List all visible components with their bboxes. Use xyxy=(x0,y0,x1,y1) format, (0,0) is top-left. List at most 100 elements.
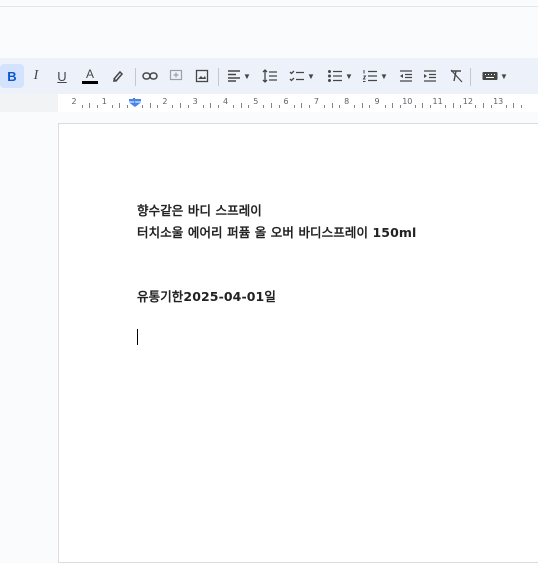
ruler-tick xyxy=(172,105,174,108)
ruler-tick xyxy=(354,105,356,108)
increase-indent-button[interactable] xyxy=(418,64,442,88)
ruler-number: 7 xyxy=(313,97,319,106)
highlight-button[interactable] xyxy=(106,64,130,88)
input-tools-dropdown[interactable]: ▼ xyxy=(478,64,512,88)
ruler-tick xyxy=(157,105,159,108)
ruler-number: 11 xyxy=(432,97,443,106)
ruler-tick xyxy=(96,105,98,108)
ruler-tick xyxy=(263,105,265,108)
document-page[interactable]: 향수같은 바디 스프레이 터치소울 에어리 퍼퓸 올 오버 바디스프레이 150… xyxy=(58,123,538,563)
increase-indent-icon xyxy=(424,70,436,82)
document-line-3[interactable]: 유통기한2025-04-01일 xyxy=(137,286,276,305)
ruler-number: 8 xyxy=(344,97,350,106)
ruler-tick xyxy=(293,105,295,108)
underline-icon: U xyxy=(57,68,67,84)
insert-image-button[interactable] xyxy=(190,64,214,88)
ruler-tick xyxy=(369,105,371,108)
ruler-tick xyxy=(278,105,280,108)
highlight-icon xyxy=(112,70,124,83)
formatting-toolbar: B I U A ▼ ▼ ▼ ▼ ▼ xyxy=(0,58,538,94)
document-line-1[interactable]: 향수같은 바디 스프레이 xyxy=(137,200,262,219)
ruler-tick xyxy=(240,103,242,108)
ruler-tick xyxy=(248,105,250,108)
italic-button[interactable]: I xyxy=(24,64,48,88)
ruler-number: 5 xyxy=(253,97,259,106)
text-color-swatch xyxy=(82,81,98,84)
ruler-tick xyxy=(202,105,204,108)
numbered-list-icon xyxy=(362,70,378,82)
clear-formatting-button[interactable] xyxy=(444,64,468,88)
ruler-tick xyxy=(210,103,212,108)
ruler-number: 10 xyxy=(402,97,413,106)
chevron-down-icon: ▼ xyxy=(345,71,353,81)
align-icon xyxy=(228,70,241,82)
ruler-number: 6 xyxy=(283,97,289,106)
link-icon xyxy=(142,72,158,80)
add-comment-button[interactable] xyxy=(164,64,188,88)
decrease-indent-icon xyxy=(400,70,412,82)
ruler-tick xyxy=(490,105,492,108)
bulleted-list-icon xyxy=(328,70,343,82)
ruler-tick xyxy=(233,105,235,108)
numbered-list-dropdown[interactable]: ▼ xyxy=(359,64,391,88)
ruler-tick xyxy=(180,103,182,108)
ruler-number: 2 xyxy=(162,97,168,106)
bulleted-list-dropdown[interactable]: ▼ xyxy=(324,64,356,88)
bold-icon: B xyxy=(7,68,17,84)
ruler-tick xyxy=(301,103,303,108)
ruler-tick xyxy=(430,105,432,108)
ruler-tick xyxy=(422,103,424,108)
text-color-icon: A xyxy=(85,67,94,81)
ruler-tick xyxy=(119,103,121,108)
line-spacing-button[interactable] xyxy=(258,64,282,88)
checklist-dropdown[interactable]: ▼ xyxy=(286,64,318,88)
checklist-icon xyxy=(289,70,305,82)
indent-marker-icon[interactable] xyxy=(129,99,141,107)
ruler-tick xyxy=(384,105,386,108)
text-cursor xyxy=(137,329,138,345)
ruler-tick xyxy=(520,105,522,108)
comment-icon xyxy=(169,69,183,81)
ruler-tick xyxy=(399,105,401,108)
ruler-tick xyxy=(361,103,363,108)
chevron-down-icon: ▼ xyxy=(500,71,508,81)
ruler-tick xyxy=(111,105,113,108)
ruler-tick xyxy=(513,103,515,108)
ruler-number: 1 xyxy=(101,97,107,106)
underline-button[interactable]: U xyxy=(50,64,74,88)
ruler-tick xyxy=(308,105,310,108)
align-dropdown[interactable]: ▼ xyxy=(224,64,254,88)
chevron-down-icon: ▼ xyxy=(380,71,388,81)
ruler-tick xyxy=(187,105,189,108)
ruler-tick xyxy=(331,103,333,108)
document-canvas: 향수같은 바디 스프레이 터치소울 에어리 퍼퓸 올 오버 바디스프레이 150… xyxy=(0,112,538,563)
ruler-tick xyxy=(483,103,485,108)
ruler-number: 13 xyxy=(493,97,504,106)
ruler-tick xyxy=(475,105,477,108)
ruler-tick xyxy=(414,105,416,108)
ruler-tick xyxy=(149,103,151,108)
ruler-tick xyxy=(392,103,394,108)
decrease-indent-button[interactable] xyxy=(394,64,418,88)
horizontal-ruler[interactable]: 2112345678910111213 xyxy=(0,94,538,112)
text-color-button[interactable]: A xyxy=(78,64,102,88)
ruler-tick xyxy=(445,105,447,108)
document-line-2[interactable]: 터치소울 에어리 퍼퓸 올 오버 바디스프레이 150ml xyxy=(137,222,416,241)
ruler-tick xyxy=(127,105,129,108)
toolbar-separator xyxy=(135,68,136,86)
insert-link-button[interactable] xyxy=(138,64,162,88)
ruler-tick xyxy=(89,103,91,108)
ruler-tick xyxy=(81,105,83,108)
image-icon xyxy=(195,69,209,83)
ruler-tick xyxy=(460,105,462,108)
ruler-tick xyxy=(217,105,219,108)
ruler-tick xyxy=(452,103,454,108)
title-bar-area xyxy=(0,0,538,7)
line-spacing-icon xyxy=(262,69,277,83)
ruler-number: 2 xyxy=(71,97,77,106)
ruler-number: 12 xyxy=(462,97,473,106)
clear-formatting-icon xyxy=(450,69,463,83)
ruler-tick xyxy=(142,105,144,108)
ruler-number: 3 xyxy=(192,97,198,106)
bold-button[interactable]: B xyxy=(0,64,24,88)
